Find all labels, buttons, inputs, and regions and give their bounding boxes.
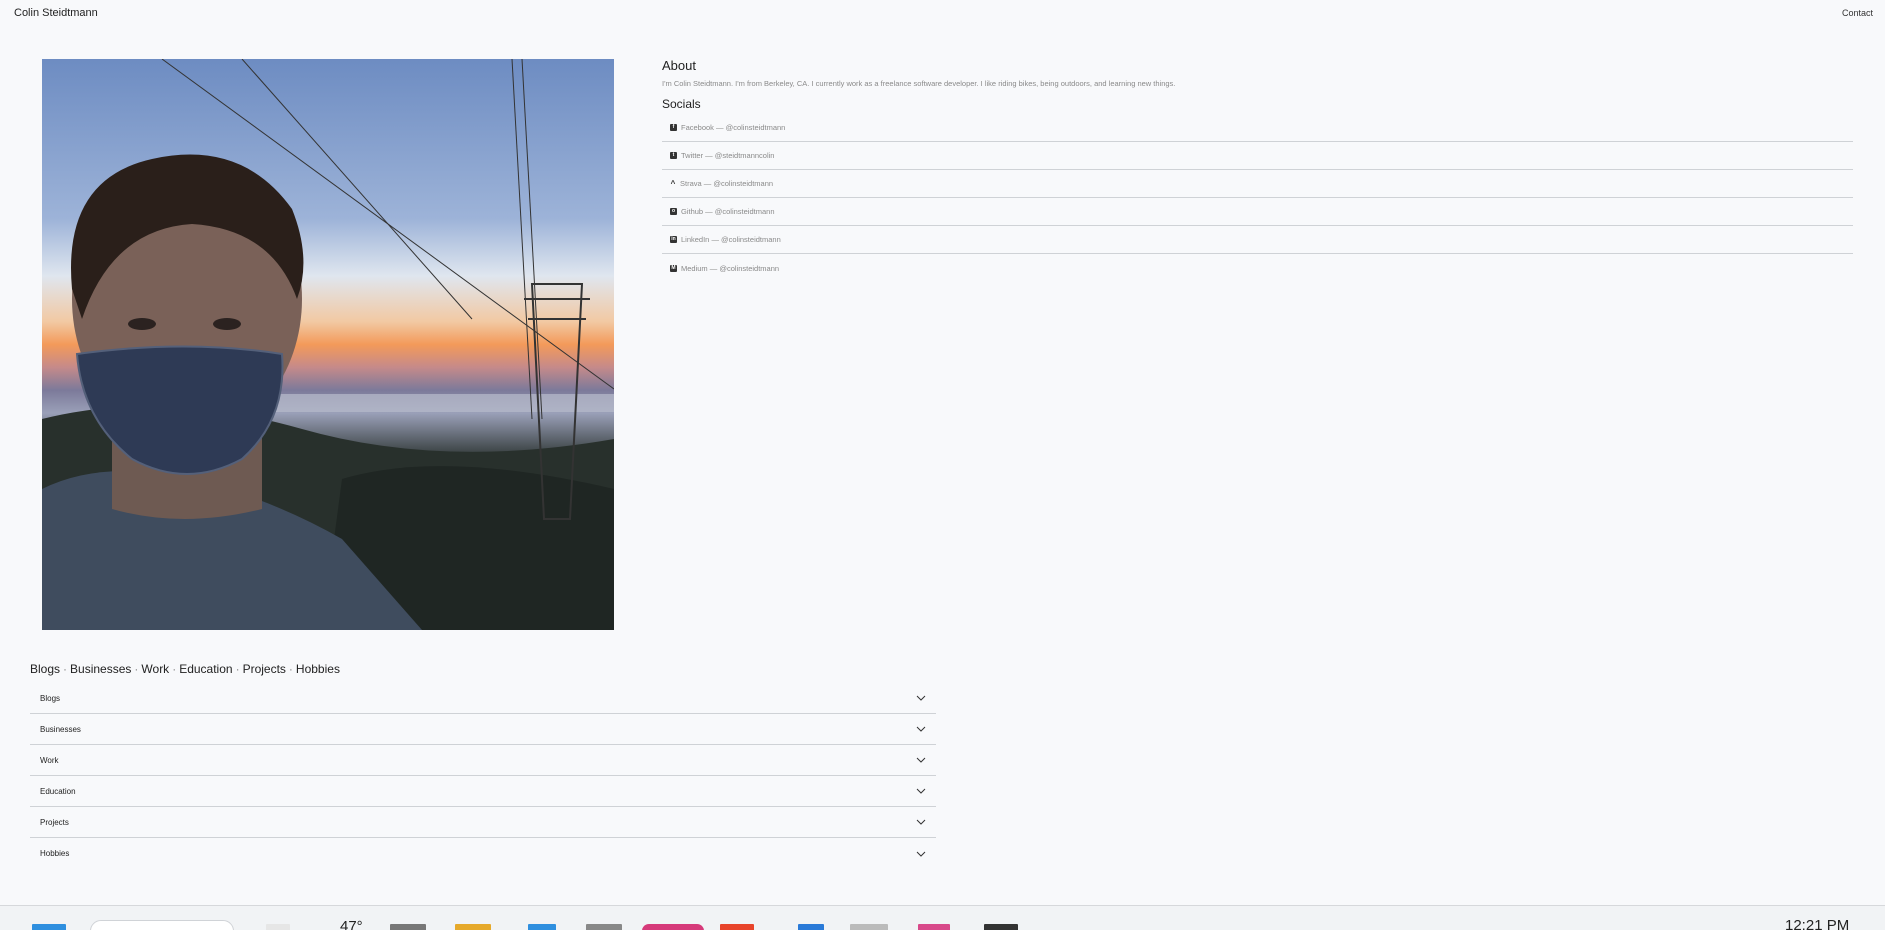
social-link-linkedin[interactable]: in LinkedIn — @colinsteidtmann xyxy=(662,226,1853,254)
twitter-icon: t xyxy=(670,152,677,159)
github-icon: o xyxy=(670,208,677,215)
nav-link-hobbies[interactable]: Hobbies xyxy=(296,662,340,676)
nav-link-education[interactable]: Education xyxy=(179,662,232,676)
accordion-item-label: Hobbies xyxy=(40,849,70,858)
os-taskbar: 47° 12:21 PM xyxy=(0,905,1885,930)
social-link-label: Github — @colinsteidtmann xyxy=(681,207,775,216)
accordion-item-label: Blogs xyxy=(40,693,61,703)
nav-link-work[interactable]: Work xyxy=(141,662,169,676)
social-link-label: LinkedIn — @colinsteidtmann xyxy=(681,235,781,244)
vscode-icon[interactable] xyxy=(798,924,824,930)
mail-icon[interactable] xyxy=(528,924,556,930)
chevron-down-icon xyxy=(916,695,926,701)
nav-separator: · xyxy=(172,662,177,676)
terminal-icon[interactable] xyxy=(984,924,1018,930)
nav-link-businesses[interactable]: Businesses xyxy=(70,662,131,676)
chevron-down-icon xyxy=(916,757,926,763)
medium-icon: M xyxy=(670,264,677,272)
page: Colin Steidtmann Contact About I'm Colin… xyxy=(0,0,1885,930)
facebook-icon: f xyxy=(670,124,677,131)
about-text: I'm Colin Steidtmann. I'm from Berkeley,… xyxy=(662,79,1176,88)
social-link-strava[interactable]: ^ Strava — @colinsteidtmann xyxy=(662,170,1853,198)
app-icon[interactable] xyxy=(720,924,754,930)
nav-separator: · xyxy=(235,662,240,676)
accordion-item-label: Businesses xyxy=(40,724,81,734)
chevron-down-icon xyxy=(916,851,926,857)
accordion-item-work[interactable]: Work xyxy=(30,745,936,776)
app-icon[interactable] xyxy=(918,924,950,930)
social-link-label: Strava — @colinsteidtmann xyxy=(680,179,774,188)
accordion-item-blogs[interactable]: Blogs xyxy=(30,683,936,714)
nav-separator: · xyxy=(63,662,68,676)
taskbar-search-box[interactable] xyxy=(90,920,234,930)
accordion-item-label: Projects xyxy=(40,817,69,827)
task-view-icon[interactable] xyxy=(390,924,426,930)
accordion-item-businesses[interactable]: Businesses xyxy=(30,714,936,745)
chevron-down-icon xyxy=(916,819,926,825)
widget-icon[interactable] xyxy=(266,924,290,930)
file-explorer-icon[interactable] xyxy=(455,924,491,930)
contact-link[interactable]: Contact xyxy=(1842,8,1873,18)
app-icon[interactable] xyxy=(586,924,622,930)
accordion-item-education[interactable]: Education xyxy=(30,776,936,807)
accordion-item-projects[interactable]: Projects xyxy=(30,807,936,838)
strava-icon: ^ xyxy=(670,179,676,188)
weather-temperature[interactable]: 47° xyxy=(340,918,363,930)
profile-photo xyxy=(42,59,614,630)
social-link-label: Facebook — @colinsteidtmann xyxy=(681,123,786,132)
section-nav: Blogs · Businesses · Work · Education · Projects… xyxy=(30,662,340,676)
social-link-label: Twitter — @steidtmanncolin xyxy=(681,151,775,160)
nav-link-blogs[interactable]: Blogs xyxy=(30,662,60,676)
app-icon[interactable] xyxy=(850,924,888,930)
clock-time[interactable]: 12:21 PM xyxy=(1785,917,1849,930)
about-heading: About xyxy=(662,58,696,73)
browser-icon[interactable] xyxy=(642,924,704,930)
accordion-item-hobbies[interactable]: Hobbies xyxy=(30,838,936,869)
start-icon[interactable] xyxy=(32,924,66,930)
social-link-twitter[interactable]: t Twitter — @steidtmanncolin xyxy=(662,142,1853,170)
linkedin-icon: in xyxy=(670,236,677,243)
section-accordion: Blogs Businesses Work Education Projects… xyxy=(30,683,936,869)
social-link-label: Medium — @colinsteidtmann xyxy=(681,263,780,273)
accordion-item-label: Work xyxy=(40,755,59,765)
accordion-item-label: Education xyxy=(40,786,76,796)
chevron-down-icon xyxy=(916,788,926,794)
socials-heading: Socials xyxy=(662,97,701,111)
nav-link-projects[interactable]: Projects xyxy=(243,662,286,676)
social-link-medium[interactable]: M Medium — @colinsteidtmann xyxy=(662,254,1853,282)
chevron-down-icon xyxy=(916,726,926,732)
site-name[interactable]: Colin Steidtmann xyxy=(14,7,98,19)
social-link-facebook[interactable]: f Facebook — @colinsteidtmann xyxy=(662,114,1853,142)
nav-separator: · xyxy=(134,662,139,676)
social-link-github[interactable]: o Github — @colinsteidtmann xyxy=(662,198,1853,226)
nav-separator: · xyxy=(288,662,293,676)
social-list: f Facebook — @colinsteidtmann t Twitter … xyxy=(662,114,1853,282)
